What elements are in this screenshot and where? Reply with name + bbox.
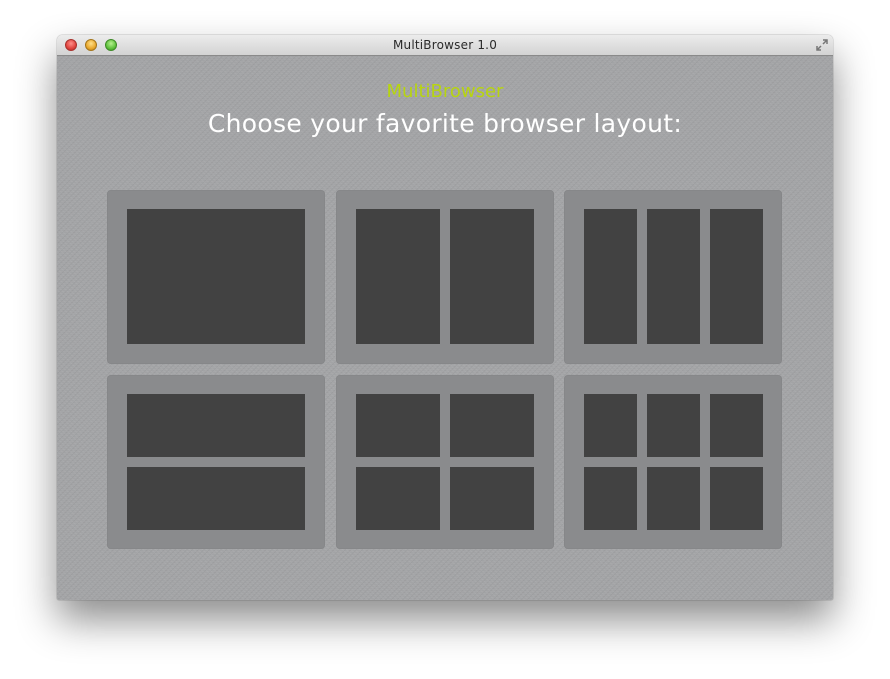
layout-option-two-rows[interactable] (107, 375, 325, 549)
layout-pane (647, 394, 700, 457)
layout-pane (647, 467, 700, 530)
layout-option-three-columns[interactable] (564, 190, 782, 364)
app-name-label: MultiBrowser (386, 81, 504, 102)
layout-pane (127, 467, 305, 530)
layout-pane (710, 467, 763, 530)
layout-pane (450, 209, 534, 344)
layout-pane (356, 209, 440, 344)
layout-option-grid-2x2[interactable] (336, 375, 554, 549)
title-bar[interactable]: MultiBrowser 1.0 (57, 35, 833, 56)
layout-pane (356, 467, 440, 530)
layout-pane (127, 209, 305, 344)
fullscreen-icon[interactable] (815, 38, 829, 52)
layout-pane (710, 209, 763, 344)
layout-option-grid-3x2[interactable] (564, 375, 782, 549)
layout-pane (710, 394, 763, 457)
content-area: MultiBrowser Choose your favorite browse… (57, 56, 833, 600)
layout-pane (450, 394, 534, 457)
layout-pane (584, 394, 637, 457)
app-window: MultiBrowser 1.0 MultiBrowser Choose you… (57, 35, 833, 600)
layout-pane (450, 467, 534, 530)
layout-option-single[interactable] (107, 190, 325, 364)
layout-pane (584, 467, 637, 530)
window-title: MultiBrowser 1.0 (392, 38, 498, 52)
layout-pane (647, 209, 700, 344)
layout-prompt-heading: Choose your favorite browser layout: (207, 109, 683, 138)
layout-option-two-columns[interactable] (336, 190, 554, 364)
layout-pane (127, 394, 305, 457)
layout-pane (584, 209, 637, 344)
layout-pane (356, 394, 440, 457)
